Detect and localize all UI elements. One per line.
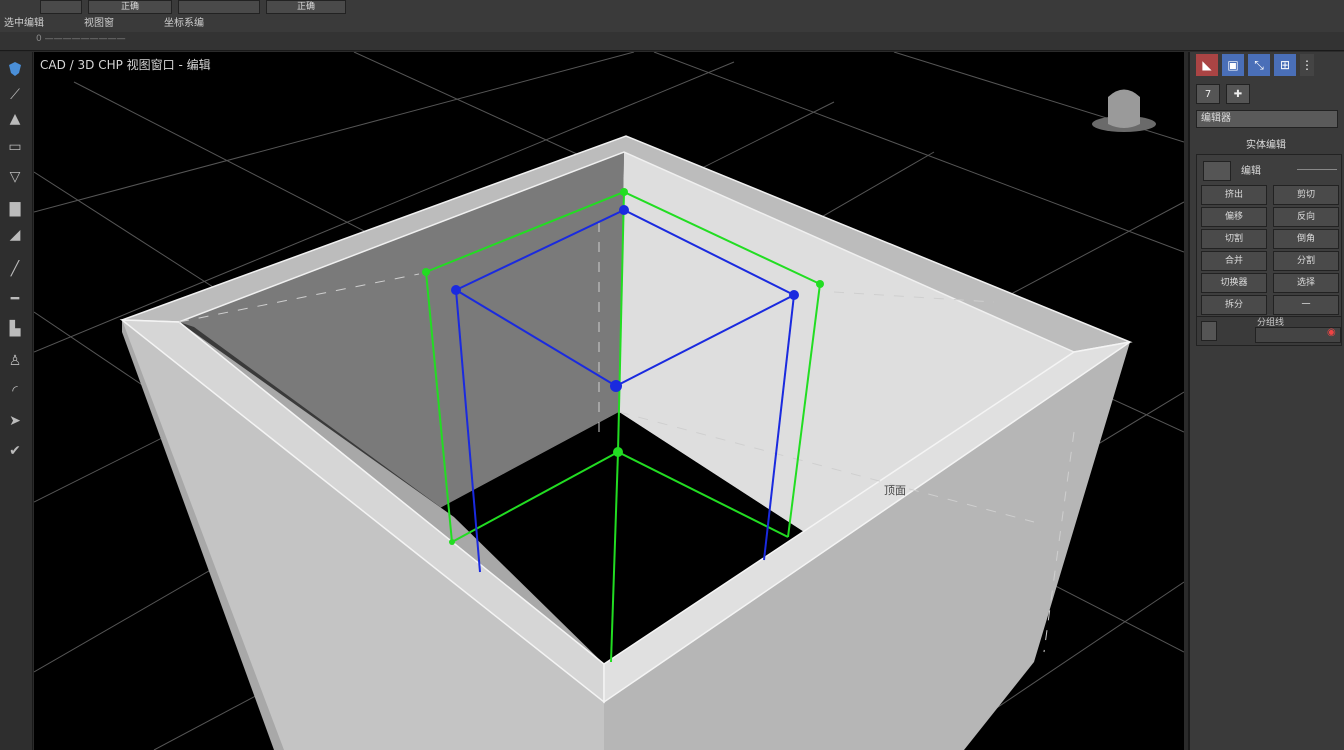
edit-groupbox: 编辑 挤出 剪切 偏移 反向 切割 倒角 合并 分割 切换器 选择 拆分 一 xyxy=(1196,154,1342,326)
menu-item-select[interactable]: 选中编辑 xyxy=(4,14,44,29)
minus-icon[interactable]: ━ xyxy=(4,288,26,310)
viewport-label: CAD / 3D CHP 视图窗口 - 编辑 xyxy=(40,58,211,72)
subbar-text: 0 ————————— xyxy=(36,34,126,44)
tab-2[interactable] xyxy=(178,0,261,14)
btn-split[interactable]: 分割 xyxy=(1273,251,1339,271)
rp-btn-b[interactable]: ✚ xyxy=(1226,84,1250,104)
section-title: 实体编辑 xyxy=(1246,140,1286,151)
arrow-icon[interactable]: ➤ xyxy=(4,410,26,432)
box-icon[interactable]: ▣ xyxy=(1222,54,1244,76)
curve-icon[interactable]: ▽ xyxy=(4,166,26,188)
group-title: 编辑 xyxy=(1241,166,1261,177)
btn-chamfer[interactable]: 倒角 xyxy=(1273,229,1339,249)
btn-detach[interactable]: 拆分 xyxy=(1201,295,1267,315)
btn-merge[interactable]: 合并 xyxy=(1201,251,1267,271)
tab-0[interactable] xyxy=(40,0,82,14)
btn-cut[interactable]: 剪切 xyxy=(1273,185,1339,205)
btn-switch[interactable]: 切换器 xyxy=(1201,273,1267,293)
swatch[interactable] xyxy=(1201,321,1217,341)
top-tabs: 正确 正确 xyxy=(40,0,347,14)
btn-slice[interactable]: 切割 xyxy=(1201,229,1267,249)
modify-icon[interactable]: ⤡ xyxy=(1248,54,1270,76)
lock-icon[interactable]: ▲ xyxy=(4,108,26,130)
eye-icon[interactable]: ◉ xyxy=(1327,327,1336,338)
panel-row2: 7 ✚ xyxy=(1196,84,1250,104)
hand-icon[interactable]: ✔ xyxy=(4,440,26,462)
line-icon[interactable]: ╱ xyxy=(4,258,26,280)
menu-item-coords[interactable]: 坐标系编 xyxy=(164,14,204,29)
left-toolbar: ⟋ ▲ ▭ ▽ ▇ ◢ ╱ ━ ▙ ♙ ◜ ➤ ✔ xyxy=(0,52,33,750)
group-head: 编辑 xyxy=(1201,159,1337,181)
btn-misc[interactable]: 一 xyxy=(1273,295,1339,315)
wand-icon[interactable]: ⟋ xyxy=(4,84,26,106)
rp-btn-a[interactable]: 7 xyxy=(1196,84,1220,104)
object-name-field[interactable]: 编辑器 xyxy=(1196,110,1338,128)
face-label: 顶面 xyxy=(884,484,906,497)
sub-toolbar: 0 ————————— xyxy=(0,32,1344,51)
viewport-scene xyxy=(34,52,1184,750)
arc-icon[interactable]: ◜ xyxy=(4,380,26,402)
btn-select[interactable]: 选择 xyxy=(1273,273,1339,293)
hierarchy-icon[interactable]: ⊞ xyxy=(1274,54,1296,76)
menu-item-view[interactable]: 视图窗 xyxy=(84,14,114,29)
tab-3[interactable]: 正确 xyxy=(266,0,347,14)
pin-icon[interactable] xyxy=(1203,161,1231,181)
bucket-icon[interactable]: ◢ xyxy=(4,224,26,246)
ruler-icon[interactable]: ▭ xyxy=(4,136,26,158)
more-icon[interactable]: ⋮ xyxy=(1300,54,1314,76)
btn-reverse[interactable]: 反向 xyxy=(1273,207,1339,227)
stamp-icon[interactable]: ▇ xyxy=(4,198,26,220)
paint-icon[interactable]: ◣ xyxy=(1196,54,1218,76)
panel-icon-row: ◣ ▣ ⤡ ⊞ ⋮ xyxy=(1196,54,1314,76)
menu-bar: 正确 正确 选中编辑 视图窗 坐标系编 xyxy=(0,0,1344,33)
btn-offset[interactable]: 偏移 xyxy=(1201,207,1267,227)
tab-1[interactable]: 正确 xyxy=(88,0,173,14)
nav-cube-icon[interactable] xyxy=(1108,89,1140,129)
btn-extrude[interactable]: 挤出 xyxy=(1201,185,1267,205)
right-panel: ◣ ▣ ⤡ ⊞ ⋮ 7 ✚ 编辑器 实体编辑 编辑 挤出 剪切 偏移 反向 切割… xyxy=(1188,52,1344,750)
building-icon[interactable]: ▙ xyxy=(4,318,26,340)
person-icon[interactable]: ♙ xyxy=(4,350,26,372)
bottom-group: 分组线 ◉ xyxy=(1196,316,1342,346)
3d-viewport[interactable]: CAD / 3D CHP 视图窗口 - 编辑 顶面 xyxy=(34,52,1184,750)
shield-icon[interactable] xyxy=(4,58,26,80)
